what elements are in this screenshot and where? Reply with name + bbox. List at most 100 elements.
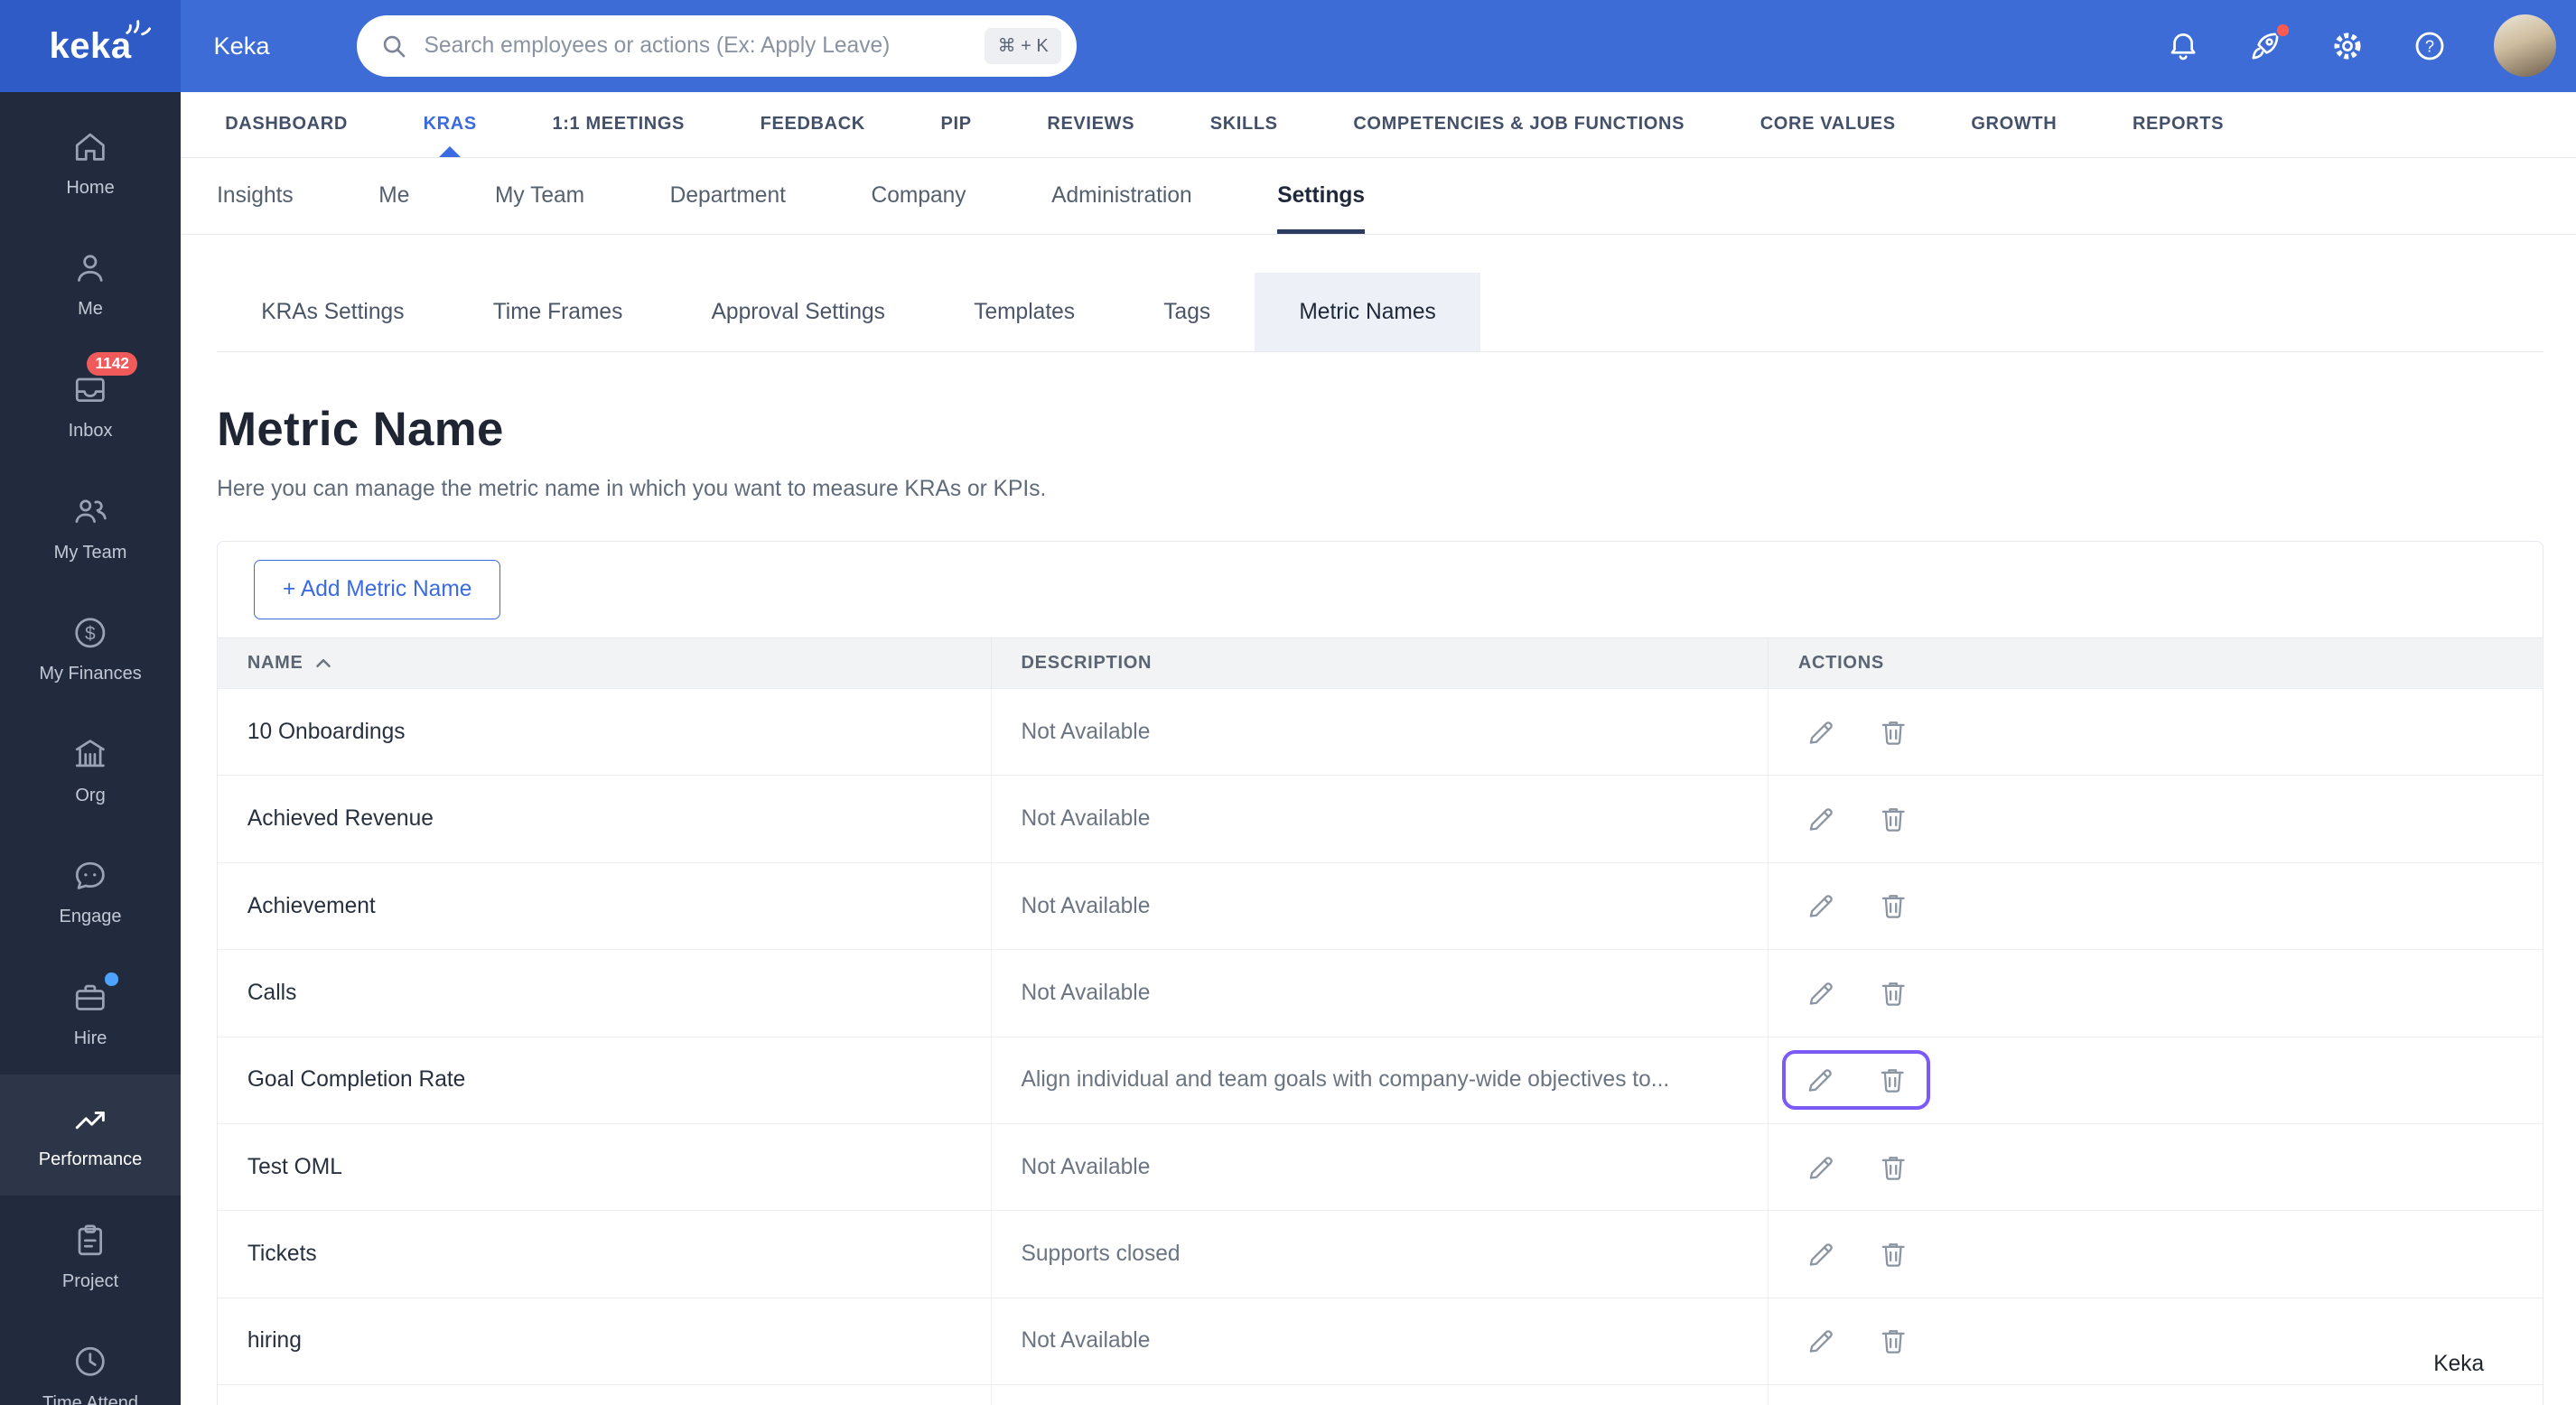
sidebar-item-hire[interactable]: Hire [0, 953, 181, 1075]
row-actions [1769, 1124, 2543, 1210]
tab-core-values[interactable]: CORE VALUES [1760, 92, 1896, 157]
edit-icon[interactable] [1805, 1151, 1837, 1184]
org-building-icon [70, 734, 110, 774]
table-header: NAME DESCRIPTION ACTIONS [218, 637, 2543, 688]
settings-tab-tags[interactable]: Tags [1119, 273, 1255, 351]
settings-gear-icon[interactable] [2329, 28, 2366, 64]
edit-icon[interactable] [1805, 1325, 1837, 1357]
tab-reports[interactable]: REPORTS [2133, 92, 2224, 157]
sidebar-item-project[interactable]: Project [0, 1196, 181, 1317]
keka-app: keka Keka ⌘ + K [0, 0, 2576, 1405]
sidebar-item-my-team[interactable]: My Team [0, 467, 181, 589]
row-actions [1769, 950, 2543, 1036]
settings-tabs: KRAs Settings Time Frames Approval Setti… [217, 273, 2543, 352]
tab-skills[interactable]: SKILLS [1210, 92, 1278, 157]
add-metric-name-button[interactable]: + Add Metric Name [254, 560, 500, 619]
edit-icon[interactable] [1805, 803, 1837, 835]
tab-dashboard[interactable]: DASHBOARD [225, 92, 348, 157]
sidebar-item-inbox[interactable]: 1142 Inbox [0, 345, 181, 467]
sidebar-item-org[interactable]: Org [0, 710, 181, 832]
table-row: Tickets Supports closed [218, 1210, 2543, 1297]
delete-icon[interactable] [1877, 803, 1909, 835]
sidebar-item-label: My Team [54, 543, 127, 563]
sidebar-item-performance[interactable]: Performance [0, 1075, 181, 1196]
column-header-description: DESCRIPTION [992, 638, 1769, 688]
subtab-insights[interactable]: Insights [217, 158, 294, 234]
delete-icon[interactable] [1877, 1325, 1909, 1357]
tab-growth[interactable]: GROWTH [1971, 92, 2057, 157]
metric-description-cell: Not Available [992, 689, 1769, 775]
tab-kras[interactable]: KRAS [424, 92, 477, 157]
column-header-name[interactable]: NAME [218, 638, 992, 688]
edit-icon[interactable] [1805, 889, 1837, 922]
sidebar-item-home[interactable]: Home [0, 102, 181, 224]
sidebar-item-me[interactable]: Me [0, 223, 181, 345]
delete-icon[interactable] [1877, 1151, 1909, 1184]
sidebar-item-my-finances[interactable]: $ My Finances [0, 588, 181, 710]
tab-1-1-meetings[interactable]: 1:1 MEETINGS [552, 92, 685, 157]
sidebar: Home Me 1142 Inbox My Team $ My Finan [0, 92, 181, 1405]
whats-new-rocket-icon[interactable] [2247, 28, 2283, 64]
settings-tab-time-frames[interactable]: Time Frames [449, 273, 667, 351]
edit-icon[interactable] [1805, 977, 1837, 1010]
metric-description-cell: Not Available [992, 776, 1769, 861]
performance-trend-icon [70, 1099, 110, 1139]
svg-text:?: ? [2425, 37, 2434, 56]
hire-briefcase-icon [70, 978, 110, 1018]
metric-name-cell: hiring [218, 1298, 992, 1384]
card-toolbar: + Add Metric Name [218, 542, 2543, 637]
delete-icon[interactable] [1877, 889, 1909, 922]
row-actions [1769, 863, 2543, 949]
notifications-bell-icon[interactable] [2165, 28, 2201, 64]
sidebar-item-time-attend[interactable]: Time Attend [0, 1317, 181, 1405]
subtab-my-team[interactable]: My Team [495, 158, 584, 234]
tab-reviews[interactable]: REVIEWS [1047, 92, 1134, 157]
clock-icon [70, 1342, 110, 1382]
metric-description-cell [992, 1385, 1769, 1405]
tab-feedback[interactable]: FEEDBACK [761, 92, 865, 157]
edit-icon[interactable] [1805, 1238, 1837, 1270]
tab-pip[interactable]: PIP [941, 92, 972, 157]
subtab-department[interactable]: Department [670, 158, 786, 234]
subtab-company[interactable]: Company [872, 158, 966, 234]
sidebar-item-label: Inbox [69, 421, 113, 442]
sidebar-item-label: Hire [74, 1028, 107, 1049]
table-row: Test OML Not Available [218, 1123, 2543, 1210]
metric-description-cell: Not Available [992, 950, 1769, 1036]
table-row-partial [218, 1384, 2543, 1405]
delete-icon[interactable] [1877, 1238, 1909, 1270]
sidebar-item-engage[interactable]: Engage [0, 831, 181, 953]
sidebar-item-label: Home [66, 178, 114, 199]
table-row: Calls Not Available [218, 949, 2543, 1036]
delete-icon[interactable] [1877, 977, 1909, 1010]
tab-competencies-job-functions[interactable]: COMPETENCIES & JOB FUNCTIONS [1353, 92, 1685, 157]
table-row: Achieved Revenue Not Available [218, 775, 2543, 861]
subtab-administration[interactable]: Administration [1051, 158, 1192, 234]
edit-icon[interactable] [1805, 716, 1837, 749]
sidebar-item-label: Time Attend [42, 1393, 138, 1405]
project-clipboard-icon [70, 1221, 110, 1261]
metric-name-cell: Tickets [218, 1211, 992, 1297]
edit-icon[interactable] [1804, 1064, 1836, 1096]
metric-description-cell: Supports closed [992, 1211, 1769, 1297]
performance-primary-nav: DASHBOARD KRAS 1:1 MEETINGS FEEDBACK PIP… [181, 92, 2576, 158]
sidebar-item-label: Org [75, 786, 105, 806]
settings-tab-metric-names[interactable]: Metric Names [1255, 273, 1480, 351]
hire-notification-dot [105, 972, 118, 986]
settings-tab-templates[interactable]: Templates [929, 273, 1119, 351]
keka-logo[interactable]: keka [0, 0, 181, 92]
subtab-settings[interactable]: Settings [1277, 158, 1365, 234]
column-header-actions: ACTIONS [1769, 638, 2543, 688]
settings-tab-kras-settings[interactable]: KRAs Settings [217, 273, 448, 351]
settings-tab-approval-settings[interactable]: Approval Settings [667, 273, 929, 351]
kras-secondary-nav: Insights Me My Team Department Company A… [181, 158, 2576, 235]
delete-icon[interactable] [1876, 1064, 1909, 1096]
column-header-name-label: NAME [247, 653, 303, 674]
logo-spark-icon [125, 16, 2576, 46]
help-icon[interactable]: ? [2412, 28, 2448, 64]
page-title: Metric Name [217, 402, 2543, 457]
active-tab-caret [439, 146, 461, 157]
sidebar-item-label: Performance [39, 1149, 143, 1170]
subtab-me[interactable]: Me [378, 158, 409, 234]
delete-icon[interactable] [1877, 716, 1909, 749]
